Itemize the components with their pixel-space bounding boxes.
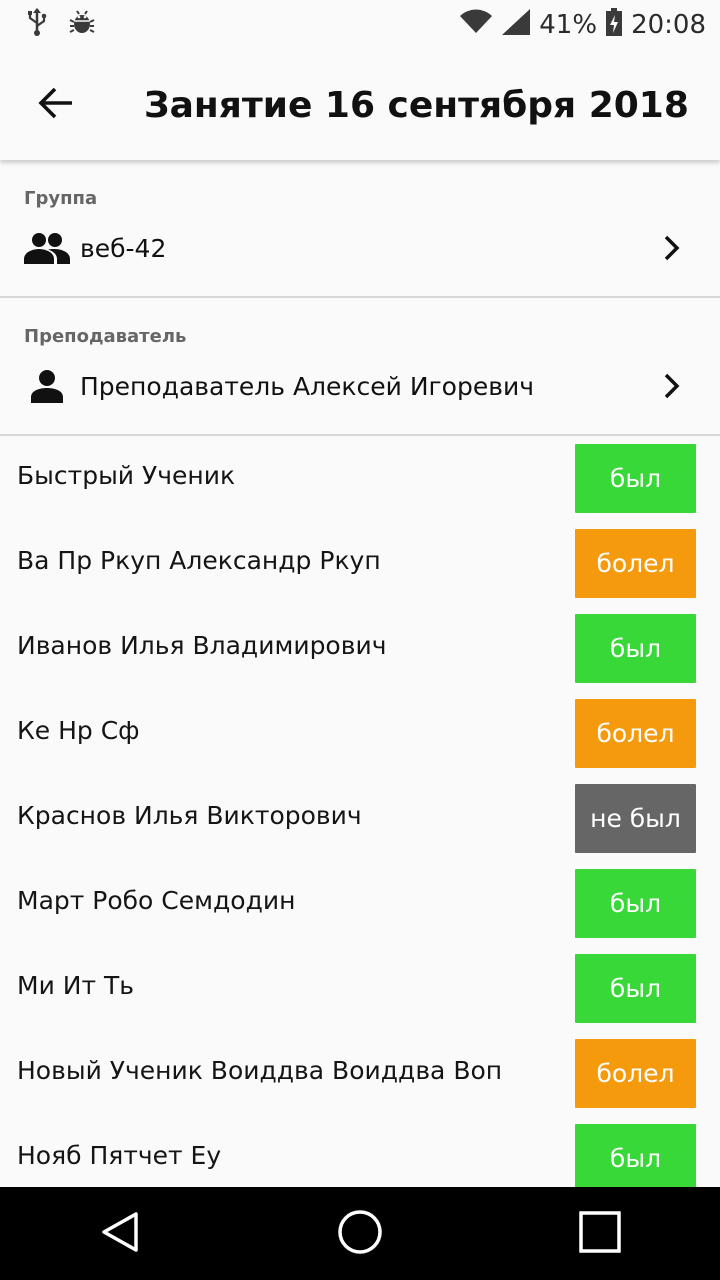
usb-icon — [26, 7, 48, 44]
group-label: Группа — [24, 188, 98, 209]
student-name: Краснов Илья Викторович — [17, 801, 362, 830]
page-title: Занятие 16 сентября 2018 — [144, 84, 689, 126]
student-name: Нояб Пятчет Еу — [17, 1141, 222, 1170]
nav-recents-button[interactable] — [555, 1189, 645, 1279]
attendance-status-button[interactable]: был — [575, 444, 696, 513]
clock: 20:08 — [631, 10, 706, 40]
person-icon — [24, 366, 70, 406]
nav-home-button[interactable] — [315, 1189, 405, 1279]
student-row: Иванов Илья Владимирович был — [0, 607, 720, 692]
arrow-back-icon — [38, 85, 74, 125]
recents-square-icon — [578, 1210, 622, 1258]
screen: 41% 20:08 Занятие 16 сентября 2018 Групп… — [0, 0, 720, 1280]
battery-percent: 41% — [539, 10, 598, 40]
chevron-right-icon — [660, 371, 684, 401]
wifi-icon — [459, 9, 493, 42]
student-name: Иванов Илья Владимирович — [17, 631, 387, 660]
student-row: Ва Пр Ркуп Александр Ркуп болел — [0, 522, 720, 607]
student-name: Март Робо Семдодин — [17, 886, 296, 915]
back-triangle-icon — [98, 1210, 142, 1258]
student-row: Новый Ученик Воиддва Воиддва Воп болел — [0, 1032, 720, 1117]
student-row: Краснов Илья Викторович не был — [0, 777, 720, 862]
attendance-status-button[interactable]: болел — [575, 529, 696, 598]
student-name: Ми Ит Ть — [17, 971, 134, 1000]
attendance-status-button[interactable]: болел — [575, 1039, 696, 1108]
student-name: Ва Пр Ркуп Александр Ркуп — [17, 546, 381, 575]
student-name: Быстрый Ученик — [17, 461, 236, 490]
app-bar: Занятие 16 сентября 2018 — [0, 50, 720, 160]
student-row: Март Робо Семдодин был — [0, 862, 720, 947]
signal-icon — [501, 8, 531, 43]
attendance-status-button[interactable]: был — [575, 614, 696, 683]
battery-icon — [605, 7, 623, 44]
teacher-row[interactable]: Преподаватель Алексей Игоревич — [0, 356, 720, 416]
status-bar: 41% 20:08 — [0, 0, 720, 50]
student-name: Новый Ученик Воиддва Воиддва Воп — [17, 1056, 503, 1085]
teacher-label: Преподаватель — [24, 326, 187, 347]
system-nav-bar — [0, 1187, 720, 1280]
group-icon — [24, 228, 70, 268]
student-row: Ке Нр Сф болел — [0, 692, 720, 777]
attendance-status-button[interactable]: был — [575, 1124, 696, 1187]
teacher-name: Преподаватель Алексей Игоревич — [80, 371, 534, 401]
group-section: Группа веб-42 — [0, 160, 720, 298]
nav-back-button[interactable] — [75, 1189, 165, 1279]
back-button[interactable] — [0, 50, 112, 160]
group-name: веб-42 — [80, 233, 167, 263]
attendance-status-button[interactable]: болел — [575, 699, 696, 768]
attendance-status-button[interactable]: был — [575, 954, 696, 1023]
student-name: Ке Нр Сф — [17, 716, 140, 745]
chevron-right-icon — [660, 233, 684, 263]
student-row: Нояб Пятчет Еу был — [0, 1117, 720, 1187]
group-row[interactable]: веб-42 — [0, 218, 720, 278]
student-row: Ми Ит Ть был — [0, 947, 720, 1032]
attendance-status-button[interactable]: не был — [575, 784, 696, 853]
student-row: Быстрый Ученик был — [0, 437, 720, 522]
student-list: Быстрый Ученик был Ва Пр Ркуп Александр … — [0, 437, 720, 1187]
home-circle-icon — [337, 1209, 383, 1259]
teacher-section: Преподаватель Преподаватель Алексей Игор… — [0, 298, 720, 436]
android-debug-icon — [68, 8, 96, 43]
attendance-status-button[interactable]: был — [575, 869, 696, 938]
